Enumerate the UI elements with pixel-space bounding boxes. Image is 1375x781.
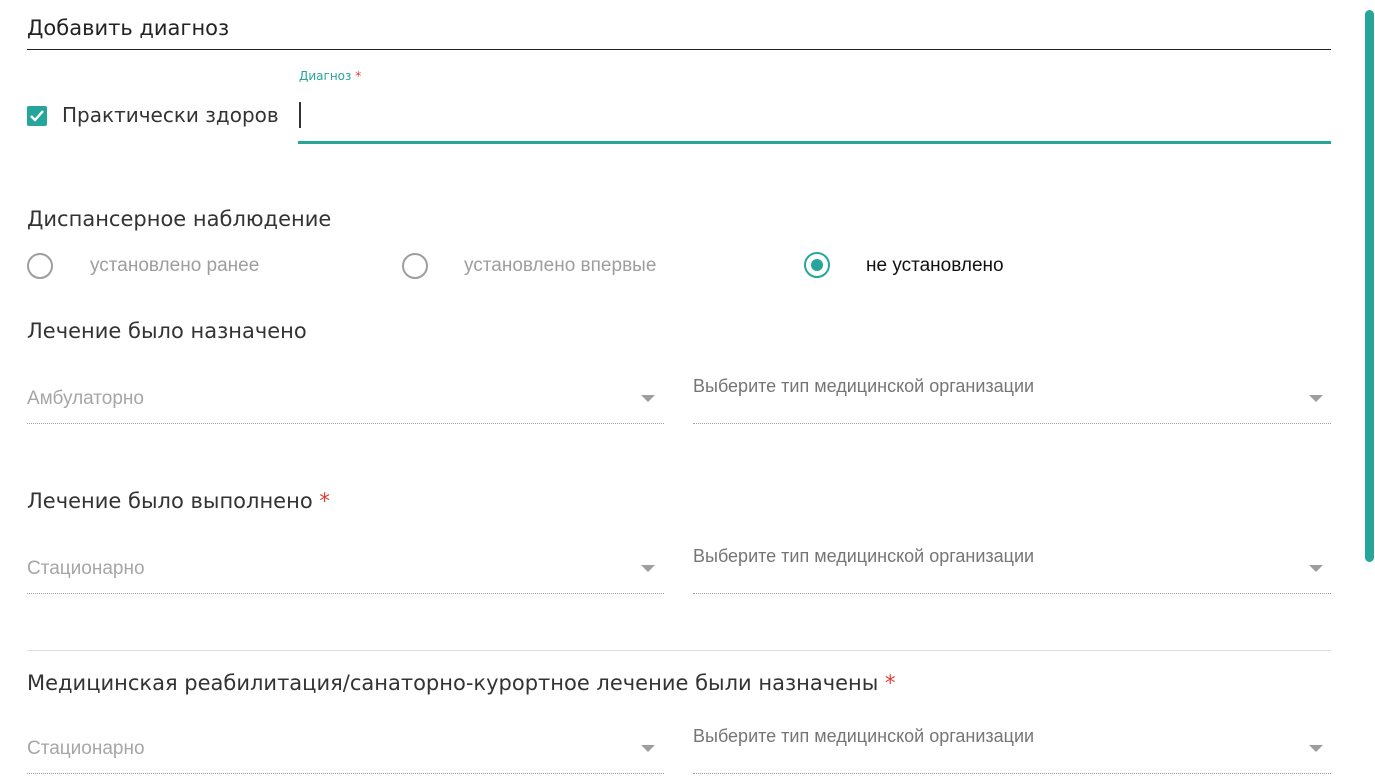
- scrollbar-thumb[interactable]: [1365, 10, 1374, 562]
- healthy-checkbox[interactable]: [27, 106, 47, 126]
- dropdown-arrow-icon: [641, 395, 655, 402]
- header-divider: [27, 49, 1331, 50]
- treatment-done-type-select[interactable]: Стационарно: [27, 546, 664, 594]
- treatment-assigned-org-placeholder: Выберите тип медицинской организации: [693, 376, 1035, 396]
- diagnosis-field-label: Диагноз *: [299, 69, 362, 83]
- radio-not-established[interactable]: [804, 252, 830, 278]
- treatment-done-org-placeholder: Выберите тип медицинской организации: [693, 546, 1035, 566]
- page-title: Добавить диагноз: [27, 16, 230, 40]
- check-icon: [30, 110, 44, 122]
- dropdown-arrow-icon: [1309, 745, 1323, 752]
- rehab-org-select[interactable]: Выберите тип медицинской организации: [693, 726, 1331, 774]
- dispensary-title: Диспансерное наблюдение: [27, 207, 332, 231]
- treatment-assigned-title: Лечение было назначено: [27, 319, 307, 343]
- treatment-done-org-select[interactable]: Выберите тип медицинской организации: [693, 546, 1331, 594]
- treatment-done-type-value: Стационарно: [27, 558, 145, 579]
- diagnosis-input[interactable]: [298, 96, 1330, 140]
- rehab-type-value: Стационарно: [27, 738, 145, 759]
- radio-established-earlier-label[interactable]: установлено ранее: [90, 255, 259, 277]
- radio-established-earlier[interactable]: [27, 253, 53, 279]
- treatment-done-title: Лечение было выполнено *: [27, 489, 330, 513]
- healthy-checkbox-label[interactable]: Практически здоров: [62, 103, 279, 127]
- dropdown-arrow-icon: [1309, 565, 1323, 572]
- rehab-org-placeholder: Выберите тип медицинской организации: [693, 726, 1035, 746]
- treatment-assigned-type-value: Амбулаторно: [27, 388, 144, 409]
- text-caret: [299, 102, 301, 128]
- dropdown-arrow-icon: [1309, 395, 1323, 402]
- rehab-title: Медицинская реабилитация/санаторно-курор…: [27, 671, 896, 695]
- radio-established-first-label[interactable]: установлено впервые: [464, 255, 656, 277]
- treatment-assigned-org-select[interactable]: Выберите тип медицинской организации: [693, 376, 1331, 424]
- radio-established-first[interactable]: [402, 253, 428, 279]
- treatment-assigned-type-select[interactable]: Амбулаторно: [27, 376, 664, 424]
- diagnosis-input-underline: [298, 141, 1331, 144]
- section-divider: [27, 650, 1331, 651]
- dropdown-arrow-icon: [641, 565, 655, 572]
- dropdown-arrow-icon: [641, 745, 655, 752]
- rehab-type-select[interactable]: Стационарно: [27, 726, 664, 774]
- radio-not-established-label[interactable]: не установлено: [866, 255, 1004, 277]
